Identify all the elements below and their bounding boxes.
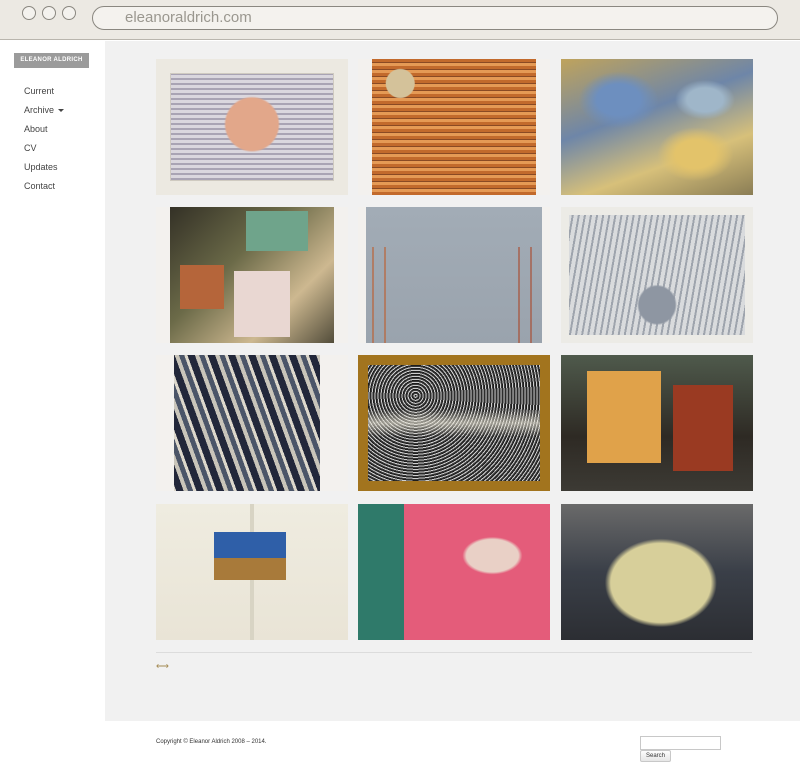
copyright-text: Copyright © Eleanor Aldrich 2008 – 2014.	[156, 739, 267, 745]
sidebar-item-label: Contact	[24, 181, 56, 191]
double-arrow-icon[interactable]: ⟷	[156, 661, 169, 672]
sidebar-item-label: Updates	[24, 162, 58, 172]
artwork-thumbnail[interactable]	[156, 355, 348, 491]
caret-down-icon	[58, 109, 65, 113]
sidebar-item-about[interactable]: About	[24, 122, 64, 141]
sidebar-nav: Current Archive About CV Updates Contact	[24, 84, 65, 198]
artwork-thumbnail[interactable]	[561, 504, 753, 640]
sidebar-item-label: About	[24, 124, 48, 134]
address-bar[interactable]: eleanoraldrich.com	[92, 6, 778, 30]
sidebar-item-label: Current	[24, 86, 55, 96]
sidebar-item-archive[interactable]: Archive	[24, 103, 65, 122]
artwork-thumbnail[interactable]	[358, 59, 550, 195]
artwork-thumbnail[interactable]	[358, 207, 550, 343]
search-button[interactable]: Search	[640, 750, 671, 762]
gallery-divider	[156, 652, 752, 653]
sidebar-item-contact[interactable]: Contact	[24, 179, 64, 198]
footer: Copyright © Eleanor Aldrich 2008 – 2014.…	[0, 721, 800, 777]
artwork-thumbnail[interactable]	[156, 59, 348, 195]
sidebar-item-current[interactable]: Current	[24, 84, 64, 103]
search-input[interactable]	[640, 736, 721, 750]
artwork-thumbnail[interactable]	[156, 207, 348, 343]
sidebar-item-cv[interactable]: CV	[24, 141, 64, 160]
artwork-thumbnail[interactable]	[561, 59, 753, 195]
window-maximize-button[interactable]	[62, 6, 76, 20]
artwork-thumbnail[interactable]	[156, 504, 348, 640]
artwork-thumbnail[interactable]	[561, 207, 753, 343]
browser-chrome: eleanoraldrich.com	[0, 0, 800, 40]
artwork-thumbnail[interactable]	[358, 355, 550, 491]
artwork-thumbnail[interactable]	[561, 355, 753, 491]
window-close-button[interactable]	[22, 6, 36, 20]
sidebar-item-updates[interactable]: Updates	[24, 160, 64, 179]
sidebar-item-label: CV	[24, 143, 37, 153]
artwork-thumbnail[interactable]	[358, 504, 550, 640]
site-logo[interactable]: ELEANOR ALDRICH	[14, 53, 89, 68]
window-minimize-button[interactable]	[42, 6, 56, 20]
sidebar-item-label: Archive	[24, 105, 55, 115]
gallery-area: ⟷	[105, 41, 800, 721]
sidebar: ELEANOR ALDRICH Current Archive About CV…	[0, 41, 105, 721]
